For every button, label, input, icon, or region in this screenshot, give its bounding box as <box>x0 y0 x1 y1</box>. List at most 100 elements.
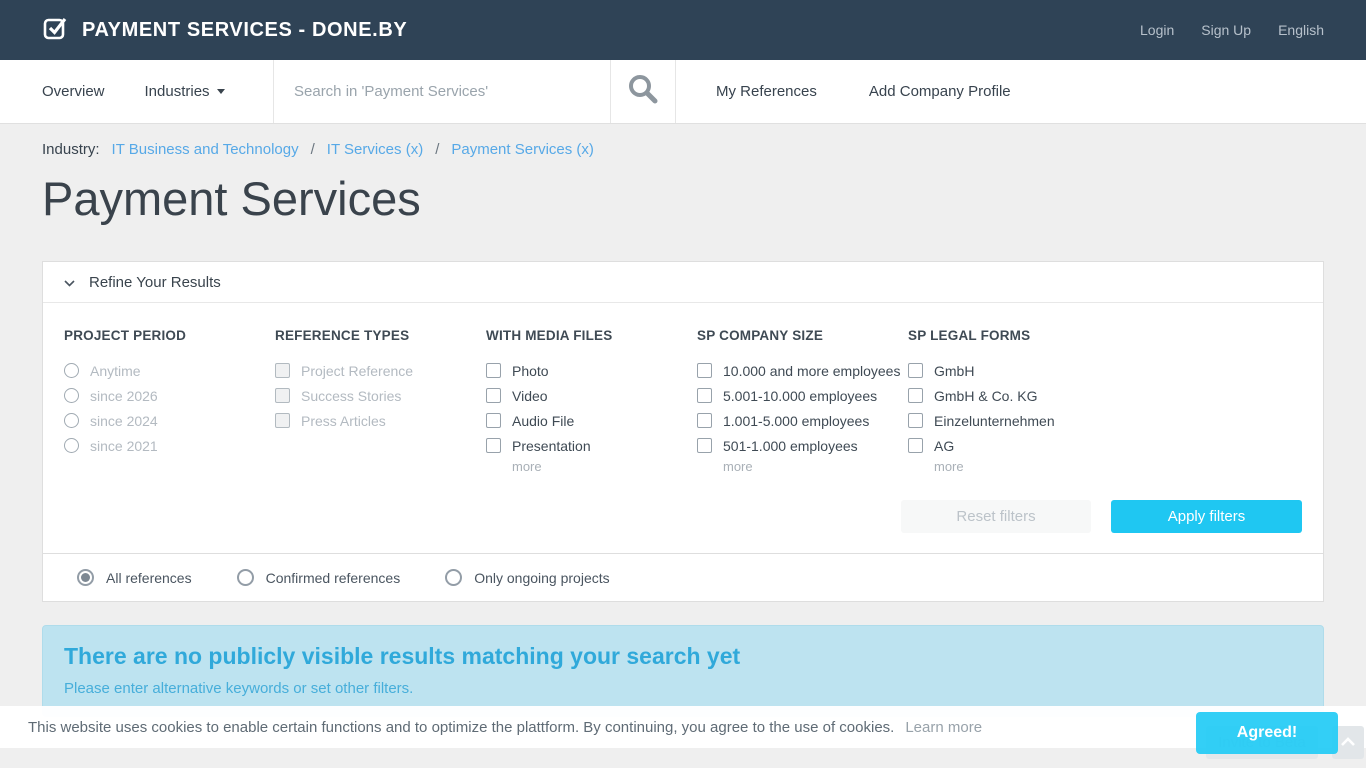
nav-industries-label: Industries <box>144 83 210 100</box>
checkbox-10000-plus-employees[interactable]: 10.000 and more employees <box>697 358 908 383</box>
checkbox-icon <box>908 413 923 428</box>
checkbox-icon <box>486 438 501 453</box>
more-link-company-size[interactable]: more <box>723 459 753 474</box>
checkbox-icon <box>697 413 712 428</box>
checkbox-presentation[interactable]: Presentation <box>486 433 697 458</box>
refine-results-header[interactable]: Refine Your Results <box>43 262 1323 303</box>
no-results-title: There are no publicly visible results ma… <box>64 643 741 669</box>
chevron-down-icon <box>64 274 75 291</box>
radio-only-ongoing-projects[interactable]: Only ongoing projects <box>445 569 610 586</box>
learn-more-link[interactable]: Learn more <box>905 719 982 736</box>
checkbox-icon <box>908 388 923 403</box>
main-navbar: Overview Industries My References Add Co… <box>0 60 1366 124</box>
page-title: Payment Services <box>42 172 421 225</box>
filter-actions: Reset filters Apply filters <box>64 500 1302 533</box>
language-link[interactable]: English <box>1278 22 1324 38</box>
filter-group-title: SP LEGAL FORMS <box>908 328 1031 343</box>
filter-group-title: REFERENCE TYPES <box>275 328 410 343</box>
radio-icon <box>64 413 79 428</box>
cookie-consent-bar: This website uses cookies to enable cert… <box>0 706 1366 748</box>
breadcrumb-link-industry[interactable]: IT Business and Technology <box>112 141 299 158</box>
filter-group-reference-types: REFERENCE TYPES Project Reference Succes… <box>275 323 486 476</box>
checkbox-icon <box>275 413 290 428</box>
filter-columns: PROJECT PERIOD Anytime since 2026 since … <box>64 323 1302 476</box>
chevron-up-icon <box>1340 735 1356 750</box>
filter-panel-body: PROJECT PERIOD Anytime since 2026 since … <box>43 303 1323 553</box>
nav-left-group: Overview Industries <box>0 60 273 123</box>
filter-group-media-files: WITH MEDIA FILES Photo Video Audio File … <box>486 323 697 476</box>
checkbox-icon <box>275 388 290 403</box>
radio-icon <box>445 569 463 586</box>
site-logo[interactable]: PAYMENT SERVICES - DONE.BY <box>42 14 407 46</box>
checkbox-icon <box>908 438 923 453</box>
radio-icon <box>236 569 254 586</box>
breadcrumb-link-it-services[interactable]: IT Services (x) <box>327 141 423 158</box>
nav-my-references[interactable]: My References <box>716 83 817 100</box>
agree-cookies-button[interactable]: Agreed! <box>1196 712 1338 754</box>
checkbox-icon <box>697 388 712 403</box>
checkbox-gmbh[interactable]: GmbH <box>908 358 1302 383</box>
page: PAYMENT SERVICES - DONE.BY Login Sign Up… <box>0 0 1366 768</box>
radio-confirmed-references[interactable]: Confirmed references <box>236 569 400 586</box>
cookie-message: This website uses cookies to enable cert… <box>28 718 895 736</box>
checkbox-gmbh-co-kg[interactable]: GmbH & Co. KG <box>908 383 1302 408</box>
radio-all-references[interactable]: All references <box>77 569 192 586</box>
checkbox-5001-10000-employees[interactable]: 5.001-10.000 employees <box>697 383 908 408</box>
radio-icon <box>64 438 79 453</box>
login-link[interactable]: Login <box>1140 22 1174 38</box>
filter-group-title: PROJECT PERIOD <box>64 328 187 343</box>
filter-group-legal-forms: SP LEGAL FORMS GmbH GmbH & Co. KG Einzel… <box>908 323 1302 476</box>
checkbox-1001-5000-employees[interactable]: 1.001-5.000 employees <box>697 408 908 433</box>
radio-since-2026[interactable]: since 2026 <box>64 383 275 408</box>
top-header-bar: PAYMENT SERVICES - DONE.BY Login Sign Up… <box>0 0 1366 60</box>
breadcrumb-separator: / <box>310 141 315 158</box>
nav-industries-dropdown[interactable]: Industries <box>145 83 225 100</box>
account-links: Login Sign Up English <box>1140 22 1324 38</box>
radio-icon <box>64 388 79 403</box>
nav-right-group: My References Add Company Profile <box>676 60 1366 123</box>
checkbox-icon <box>697 363 712 378</box>
refine-results-panel: Refine Your Results PROJECT PERIOD Anyti… <box>42 261 1324 554</box>
radio-selected-icon <box>77 569 94 586</box>
radio-anytime[interactable]: Anytime <box>64 358 275 383</box>
apply-filters-button[interactable]: Apply filters <box>1111 500 1302 533</box>
signup-link[interactable]: Sign Up <box>1201 22 1251 38</box>
more-link-media-files[interactable]: more <box>512 459 542 474</box>
filter-group-project-period: PROJECT PERIOD Anytime since 2026 since … <box>64 323 275 476</box>
checkbox-press-articles[interactable]: Press Articles <box>275 408 486 433</box>
search-button[interactable] <box>610 60 676 123</box>
breadcrumb-link-payment-services[interactable]: Payment Services (x) <box>451 141 594 158</box>
search-icon <box>626 72 660 111</box>
radio-since-2021[interactable]: since 2021 <box>64 433 275 458</box>
reset-filters-button[interactable]: Reset filters <box>901 500 1091 533</box>
breadcrumb: Industry: IT Business and Technology / I… <box>42 141 1324 158</box>
radio-since-2024[interactable]: since 2024 <box>64 408 275 433</box>
checkbox-icon <box>486 363 501 378</box>
reference-scope-bar: All references Confirmed references Only… <box>42 554 1324 602</box>
no-results-notice: There are no publicly visible results ma… <box>42 625 1324 717</box>
checkbox-icon <box>908 363 923 378</box>
refine-results-title: Refine Your Results <box>89 273 221 291</box>
breadcrumb-label: Industry: <box>42 141 100 158</box>
nav-add-company-profile[interactable]: Add Company Profile <box>869 83 1011 100</box>
checkbox-ag[interactable]: AG <box>908 433 1302 458</box>
checkbox-project-reference[interactable]: Project Reference <box>275 358 486 383</box>
checkbox-icon <box>486 388 501 403</box>
breadcrumb-separator: / <box>435 141 440 158</box>
nav-overview[interactable]: Overview <box>42 83 105 100</box>
search-input[interactable] <box>274 60 610 123</box>
checkbox-photo[interactable]: Photo <box>486 358 697 383</box>
chevron-down-icon <box>216 89 225 94</box>
filter-group-title: SP COMPANY SIZE <box>697 328 824 343</box>
checkbox-icon <box>275 363 290 378</box>
checkbox-success-stories[interactable]: Success Stories <box>275 383 486 408</box>
checkbox-audio-file[interactable]: Audio File <box>486 408 697 433</box>
checkbox-501-1000-employees[interactable]: 501-1.000 employees <box>697 433 908 458</box>
no-results-subtitle: Please enter alternative keywords or set… <box>64 680 414 697</box>
checkbox-video[interactable]: Video <box>486 383 697 408</box>
checkbox-logo-icon <box>42 14 69 46</box>
checkbox-einzelunternehmen[interactable]: Einzelunternehmen <box>908 408 1302 433</box>
more-link-legal-forms[interactable]: more <box>934 459 964 474</box>
search-field-wrap <box>273 60 610 123</box>
filter-group-company-size: SP COMPANY SIZE 10.000 and more employee… <box>697 323 908 476</box>
